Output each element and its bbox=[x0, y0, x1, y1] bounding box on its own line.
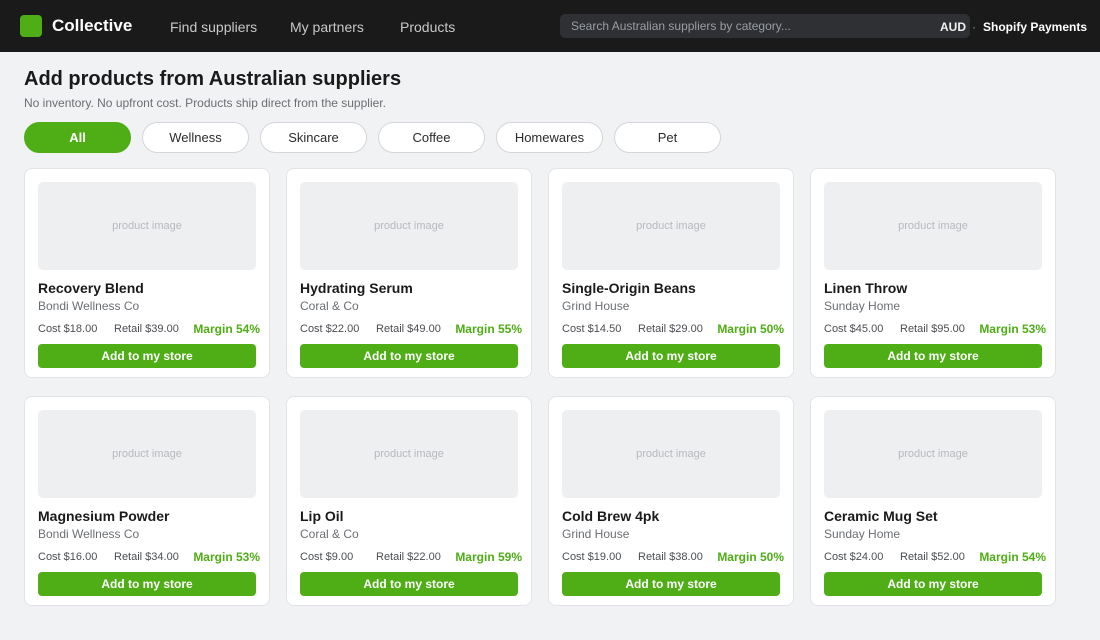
product-margin: Margin 50% bbox=[717, 322, 784, 336]
top-navigation-bar: Collective Find suppliers My partners Pr… bbox=[0, 0, 1100, 52]
product-name: Single-Origin Beans bbox=[562, 280, 696, 296]
product-cost: Cost $14.50 bbox=[562, 323, 622, 335]
product-name: Linen Throw bbox=[824, 280, 908, 296]
product-card: product image Hydrating Serum Coral & Co… bbox=[286, 168, 532, 378]
product-cost: Cost $22.00 bbox=[300, 323, 360, 335]
filter-chip-all[interactable]: All bbox=[24, 122, 131, 153]
product-retail-price: Retail $52.00 bbox=[900, 551, 965, 563]
nav-my-partners[interactable]: My partners bbox=[290, 19, 364, 35]
product-image-placeholder: product image bbox=[38, 182, 256, 270]
product-cost: Cost $16.00 bbox=[38, 551, 98, 563]
page-subtitle: No inventory. No upfront cost. Products … bbox=[24, 96, 386, 110]
product-supplier: Bondi Wellness Co bbox=[38, 299, 140, 313]
product-image-placeholder: product image bbox=[824, 182, 1042, 270]
supplier-search-input[interactable] bbox=[560, 14, 970, 38]
product-margin: Margin 53% bbox=[979, 322, 1046, 336]
product-supplier: Sunday Home bbox=[824, 527, 901, 541]
product-margin: Margin 53% bbox=[193, 550, 260, 564]
product-retail-price: Retail $49.00 bbox=[376, 323, 441, 335]
product-name: Ceramic Mug Set bbox=[824, 508, 938, 524]
brand-logo-icon[interactable] bbox=[20, 15, 42, 37]
product-supplier: Coral & Co bbox=[300, 299, 359, 313]
product-cost: Cost $45.00 bbox=[824, 323, 884, 335]
product-supplier: Bondi Wellness Co bbox=[38, 527, 140, 541]
currency-indicator[interactable]: AUD bbox=[940, 20, 966, 34]
filter-chip-skincare[interactable]: Skincare bbox=[260, 122, 367, 153]
product-retail-price: Retail $29.00 bbox=[638, 323, 703, 335]
brand-name[interactable]: Collective bbox=[52, 16, 132, 36]
product-card: product image Magnesium Powder Bondi Wel… bbox=[24, 396, 270, 606]
product-image-placeholder: product image bbox=[562, 410, 780, 498]
filter-chip-homewares[interactable]: Homewares bbox=[496, 122, 603, 153]
nav-find-suppliers[interactable]: Find suppliers bbox=[170, 19, 257, 35]
product-retail-price: Retail $95.00 bbox=[900, 323, 965, 335]
product-margin: Margin 50% bbox=[717, 550, 784, 564]
product-name: Lip Oil bbox=[300, 508, 344, 524]
product-image-placeholder: product image bbox=[300, 182, 518, 270]
product-name: Cold Brew 4pk bbox=[562, 508, 660, 524]
shopify-payments-label: Shopify Payments bbox=[983, 20, 1088, 34]
product-card: product image Cold Brew 4pk Grind House … bbox=[548, 396, 794, 606]
product-margin: Margin 54% bbox=[193, 322, 260, 336]
filter-chip-pet[interactable]: Pet bbox=[614, 122, 721, 153]
product-image-placeholder: product image bbox=[38, 410, 256, 498]
add-to-store-button[interactable]: Add to my store bbox=[824, 344, 1042, 368]
product-margin: Margin 54% bbox=[979, 550, 1046, 564]
product-cost: Cost $18.00 bbox=[38, 323, 98, 335]
product-card: product image Single-Origin Beans Grind … bbox=[548, 168, 794, 378]
add-to-store-button[interactable]: Add to my store bbox=[38, 572, 256, 596]
product-image-placeholder: product image bbox=[300, 410, 518, 498]
product-cost: Cost $19.00 bbox=[562, 551, 622, 563]
product-card: product image Lip Oil Coral & Co Cost $9… bbox=[286, 396, 532, 606]
product-name: Magnesium Powder bbox=[38, 508, 170, 524]
product-image-placeholder: product image bbox=[824, 410, 1042, 498]
product-margin: Margin 55% bbox=[455, 322, 522, 336]
product-retail-price: Retail $22.00 bbox=[376, 551, 441, 563]
product-card: product image Ceramic Mug Set Sunday Hom… bbox=[810, 396, 1056, 606]
add-to-store-button[interactable]: Add to my store bbox=[824, 572, 1042, 596]
product-supplier: Coral & Co bbox=[300, 527, 359, 541]
product-cost: Cost $24.00 bbox=[824, 551, 884, 563]
add-to-store-button[interactable]: Add to my store bbox=[300, 344, 518, 368]
header-separator: · bbox=[972, 20, 976, 34]
product-supplier: Sunday Home bbox=[824, 299, 901, 313]
add-to-store-button[interactable]: Add to my store bbox=[562, 572, 780, 596]
product-retail-price: Retail $39.00 bbox=[114, 323, 179, 335]
product-retail-price: Retail $34.00 bbox=[114, 551, 179, 563]
product-supplier: Grind House bbox=[562, 299, 630, 313]
filter-chip-wellness[interactable]: Wellness bbox=[142, 122, 249, 153]
product-name: Hydrating Serum bbox=[300, 280, 413, 296]
product-card: product image Linen Throw Sunday Home Co… bbox=[810, 168, 1056, 378]
add-to-store-button[interactable]: Add to my store bbox=[38, 344, 256, 368]
product-margin: Margin 59% bbox=[455, 550, 522, 564]
product-card: product image Recovery Blend Bondi Welln… bbox=[24, 168, 270, 378]
product-name: Recovery Blend bbox=[38, 280, 144, 296]
product-supplier: Grind House bbox=[562, 527, 630, 541]
product-cost: Cost $9.00 bbox=[300, 551, 354, 563]
add-to-store-button[interactable]: Add to my store bbox=[300, 572, 518, 596]
filter-chip-coffee[interactable]: Coffee bbox=[378, 122, 485, 153]
product-image-placeholder: product image bbox=[562, 182, 780, 270]
nav-products[interactable]: Products bbox=[400, 19, 455, 35]
page-title: Add products from Australian suppliers bbox=[24, 68, 402, 90]
add-to-store-button[interactable]: Add to my store bbox=[562, 344, 780, 368]
product-retail-price: Retail $38.00 bbox=[638, 551, 703, 563]
